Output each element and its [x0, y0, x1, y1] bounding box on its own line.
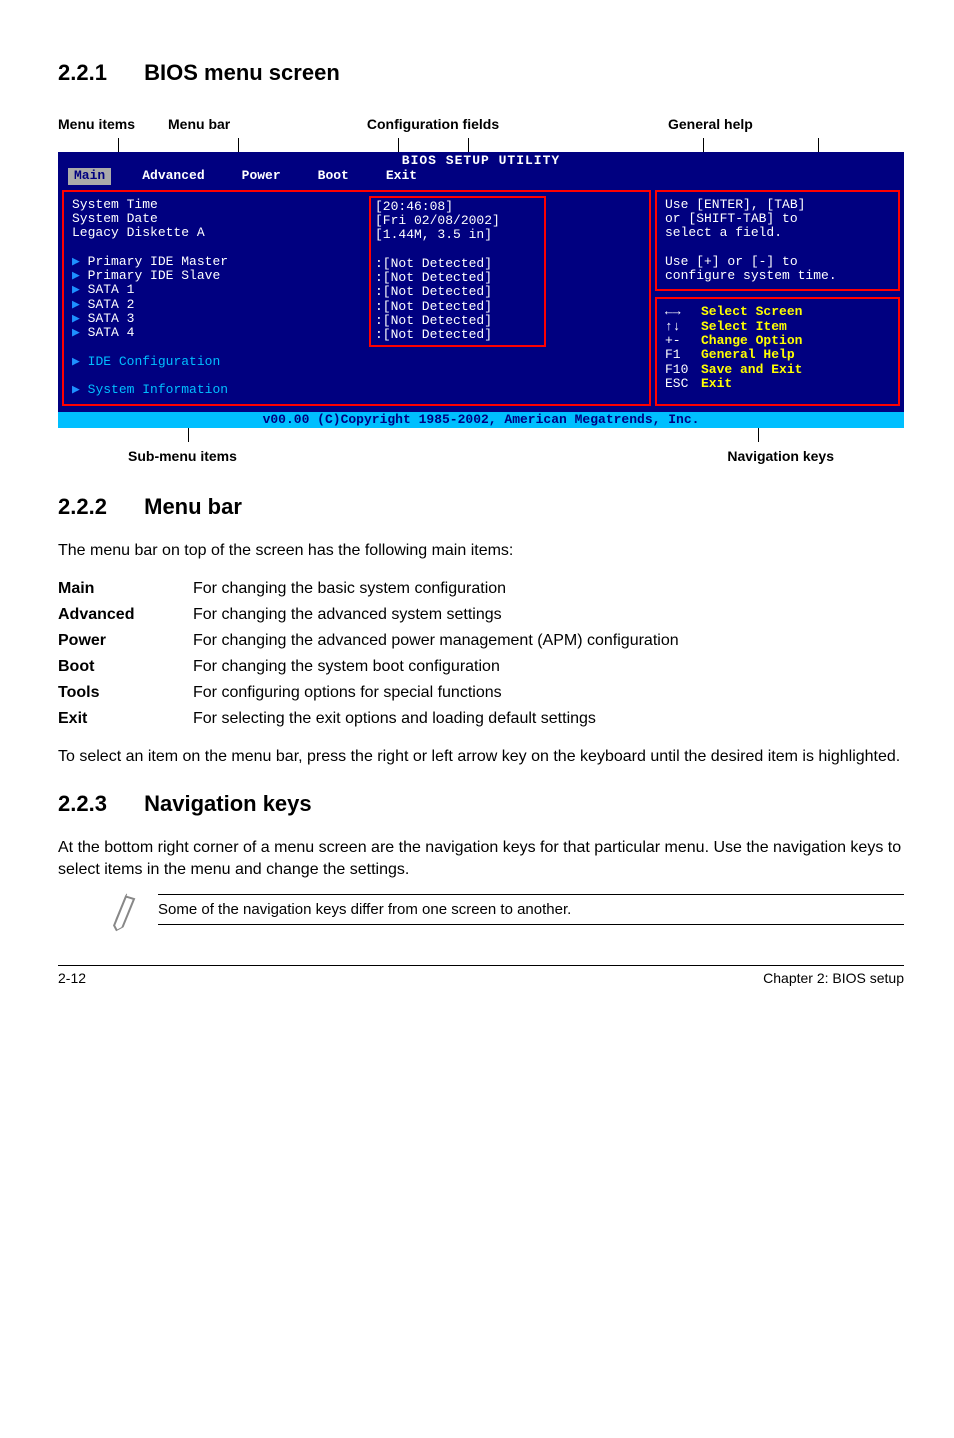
desc-exit-v: For selecting the exit options and loadi…: [193, 706, 679, 732]
item-sata4[interactable]: SATA 4: [88, 325, 135, 340]
item-primary-ide-slave[interactable]: Primary IDE Slave: [88, 268, 221, 283]
bios-tab-boot[interactable]: Boot: [312, 168, 355, 184]
bios-copyright: v00.00 (C)Copyright 1985-2002, American …: [58, 412, 904, 428]
desc-power-k: Power: [58, 628, 193, 654]
annotation-labels-top: Menu items Menu bar Configuration fields…: [58, 116, 904, 132]
navdesc-select-screen: Select Screen: [701, 304, 802, 319]
bios-menu-items-panel: System Time System Date Legacy Diskette …: [62, 190, 651, 406]
val-sata4: :[Not Detected]: [375, 328, 540, 342]
heading-223-num: 2.2.3: [58, 791, 138, 817]
p-223: At the bottom right corner of a menu scr…: [58, 837, 904, 880]
navkey-ud: ↑↓: [665, 320, 701, 334]
submenu-arrow-icon: ▶: [72, 254, 88, 269]
navdesc-change-option: Change Option: [701, 333, 802, 348]
desc-boot-k: Boot: [58, 654, 193, 680]
navkey-lr: ←→: [665, 305, 701, 319]
heading-222: 2.2.2 Menu bar: [58, 494, 904, 520]
heading-222-title: Menu bar: [144, 494, 242, 519]
heading-222-num: 2.2.2: [58, 494, 138, 520]
label-general-help: General help: [578, 116, 904, 132]
pencil-icon: [101, 888, 147, 931]
val-date: [Fri 02/08/2002]: [375, 214, 540, 228]
item-system-date[interactable]: System Date: [72, 212, 641, 226]
bios-help-panel: Use [ENTER], [TAB] or [SHIFT-TAB] to sel…: [655, 190, 900, 292]
navdesc-general-help: General Help: [701, 347, 795, 362]
submenu-arrow-icon: ▶: [72, 382, 88, 397]
val-diskette: [1.44M, 3.5 in]: [375, 228, 540, 242]
bios-tab-advanced[interactable]: Advanced: [136, 168, 210, 184]
bios-nav-keys-panel: ←→Select Screen ↑↓Select Item +-Change O…: [655, 297, 900, 405]
val-sata3: :[Not Detected]: [375, 314, 540, 328]
heading-223: 2.2.3 Navigation keys: [58, 791, 904, 817]
val-time: [20:46:08]: [375, 200, 540, 214]
desc-power-v: For changing the advanced power manageme…: [193, 628, 679, 654]
navkey-esc: ESC: [665, 377, 701, 391]
desc-tools-k: Tools: [58, 680, 193, 706]
val-sata2: :[Not Detected]: [375, 300, 540, 314]
item-ide-config[interactable]: IDE Configuration: [88, 354, 221, 369]
item-system-info[interactable]: System Information: [88, 382, 228, 397]
label-menu-items: Menu items: [58, 116, 168, 132]
item-sata1[interactable]: SATA 1: [88, 282, 135, 297]
item-sata3[interactable]: SATA 3: [88, 311, 135, 326]
desc-exit-k: Exit: [58, 706, 193, 732]
label-nav-keys: Navigation keys: [481, 448, 904, 464]
desc-tools-v: For configuring options for special func…: [193, 680, 679, 706]
submenu-arrow-icon: ▶: [72, 268, 88, 283]
item-sata2[interactable]: SATA 2: [88, 297, 135, 312]
val-sata1: :[Not Detected]: [375, 285, 540, 299]
navdesc-save-exit: Save and Exit: [701, 362, 802, 377]
bios-menubar: Main Advanced Power Boot Exit: [58, 168, 904, 186]
page-number: 2-12: [58, 970, 86, 986]
heading-221-title: BIOS menu screen: [144, 60, 340, 85]
note-block: Some of the navigation keys differ from …: [106, 894, 904, 925]
bios-tab-power[interactable]: Power: [236, 168, 287, 184]
submenu-arrow-icon: ▶: [72, 297, 88, 312]
item-system-time[interactable]: System Time: [72, 198, 641, 212]
p-222-intro: The menu bar on top of the screen has th…: [58, 540, 904, 562]
navdesc-select-item: Select Item: [701, 319, 787, 334]
val-ide-master: :[Not Detected]: [375, 257, 540, 271]
help-line: select a field.: [665, 226, 890, 240]
desc-advanced-v: For changing the advanced system setting…: [193, 602, 679, 628]
annotation-ticks: [58, 138, 904, 152]
menu-descriptions-table: MainFor changing the basic system config…: [58, 576, 679, 732]
bios-title: BIOS SETUP UTILITY: [58, 152, 904, 168]
navkey-f10: F10: [665, 363, 701, 377]
bios-tab-main[interactable]: Main: [68, 168, 111, 184]
note-text: Some of the navigation keys differ from …: [158, 894, 904, 925]
item-legacy-diskette[interactable]: Legacy Diskette A: [72, 226, 641, 240]
heading-221-num: 2.2.1: [58, 60, 138, 86]
help-line: Use [+] or [-] to: [665, 255, 890, 269]
annotation-ticks-bottom: [58, 428, 904, 442]
label-config-fields: Configuration fields: [288, 116, 578, 132]
desc-main-k: Main: [58, 576, 193, 602]
page-footer: 2-12 Chapter 2: BIOS setup: [58, 965, 904, 986]
submenu-arrow-icon: ▶: [72, 354, 88, 369]
label-menu-bar: Menu bar: [168, 116, 288, 132]
submenu-arrow-icon: ▶: [72, 282, 88, 297]
bios-config-values: [20:46:08] [Fri 02/08/2002] [1.44M, 3.5 …: [369, 196, 546, 347]
val-ide-slave: :[Not Detected]: [375, 271, 540, 285]
navdesc-exit: Exit: [701, 376, 732, 391]
p-222-outro: To select an item on the menu bar, press…: [58, 746, 904, 768]
help-line: or [SHIFT-TAB] to: [665, 212, 890, 226]
heading-223-title: Navigation keys: [144, 791, 312, 816]
desc-advanced-k: Advanced: [58, 602, 193, 628]
navkey-f1: F1: [665, 348, 701, 362]
desc-main-v: For changing the basic system configurat…: [193, 576, 679, 602]
help-line: configure system time.: [665, 269, 890, 283]
item-primary-ide-master[interactable]: Primary IDE Master: [88, 254, 228, 269]
bios-screenshot: BIOS SETUP UTILITY Main Advanced Power B…: [58, 152, 904, 428]
submenu-arrow-icon: ▶: [72, 311, 88, 326]
help-line: Use [ENTER], [TAB]: [665, 198, 890, 212]
chapter-title: Chapter 2: BIOS setup: [763, 970, 904, 986]
desc-boot-v: For changing the system boot configurati…: [193, 654, 679, 680]
submenu-arrow-icon: ▶: [72, 325, 88, 340]
bios-tab-exit[interactable]: Exit: [380, 168, 423, 184]
heading-221: 2.2.1 BIOS menu screen: [58, 60, 904, 86]
annotation-labels-bottom: Sub-menu items Navigation keys: [58, 448, 904, 464]
navkey-plusminus: +-: [665, 334, 701, 348]
label-submenu-items: Sub-menu items: [58, 448, 481, 464]
